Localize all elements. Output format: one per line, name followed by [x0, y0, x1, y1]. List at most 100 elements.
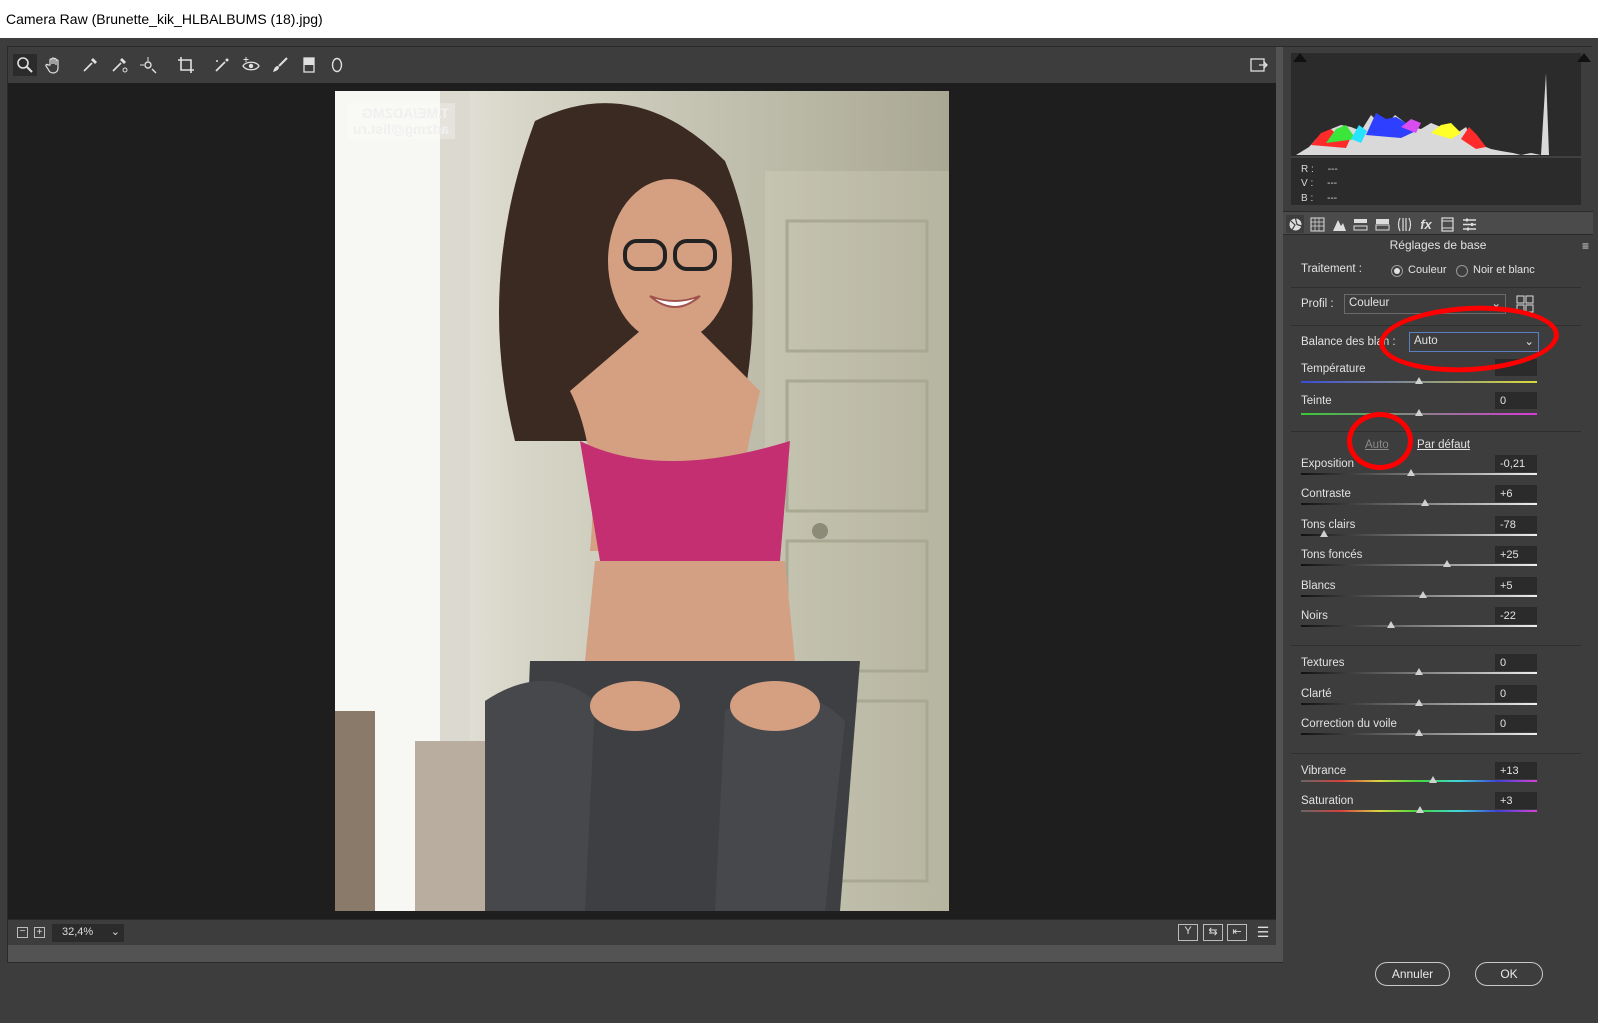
watermark-line-2: adzmg@list.ru: [352, 121, 449, 137]
preview-bottom-bar: − + 32,4% ⌄ Y ⇆ ⇤ ☰: [8, 919, 1276, 945]
copy-settings-icon[interactable]: ⇤: [1227, 924, 1247, 941]
tool-bar: [8, 47, 1276, 83]
slider-track[interactable]: [1301, 473, 1537, 475]
slider-label: Contraste: [1301, 488, 1351, 500]
toggle-fullscreen-icon[interactable]: [1247, 54, 1271, 76]
hand-tool-icon[interactable]: [42, 54, 66, 76]
slider-value[interactable]: +25: [1495, 546, 1537, 563]
temperature-thumb[interactable]: [1415, 377, 1423, 384]
zoom-tool-icon[interactable]: [13, 54, 37, 76]
histogram-b-readout: B : ---: [1301, 193, 1337, 204]
slider-thumb[interactable]: [1429, 776, 1437, 783]
radial-filter-icon[interactable]: [325, 54, 349, 76]
profile-label: Profil :: [1301, 298, 1334, 310]
calibration-tab-icon[interactable]: [1438, 215, 1456, 233]
divider: [1291, 431, 1581, 432]
treatment-color-label[interactable]: Couleur: [1408, 264, 1447, 276]
slider-thumb[interactable]: [1415, 699, 1423, 706]
slider-label: Blancs: [1301, 580, 1336, 592]
treatment-bw-label[interactable]: Noir et blanc: [1473, 264, 1535, 276]
tint-value[interactable]: 0: [1495, 392, 1537, 409]
divider: [1291, 287, 1581, 288]
graduated-filter-icon[interactable]: [297, 54, 321, 76]
zoom-level-select[interactable]: 32,4% ⌄: [52, 924, 124, 942]
zoom-level-value: 32,4%: [62, 926, 94, 938]
highlight-clipping-icon[interactable]: [1577, 53, 1591, 62]
slider-track[interactable]: [1301, 625, 1537, 627]
zoom-in-button[interactable]: +: [34, 927, 45, 938]
lens-corrections-tab-icon[interactable]: [1395, 215, 1413, 233]
before-after-view-icon[interactable]: Y: [1178, 924, 1198, 941]
slider-value[interactable]: +3: [1495, 792, 1537, 809]
red-eye-tool-icon[interactable]: [239, 54, 263, 76]
slider-value[interactable]: 0: [1495, 685, 1537, 702]
slider-value[interactable]: +6: [1495, 485, 1537, 502]
divider: [1291, 645, 1581, 646]
treatment-label: Traitement :: [1301, 263, 1362, 275]
temperature-label: Température: [1301, 363, 1366, 375]
treatment-color-radio[interactable]: [1391, 265, 1403, 277]
photo-illustration: [335, 91, 949, 911]
slider-thumb[interactable]: [1416, 806, 1424, 813]
swap-before-after-icon[interactable]: ⇆: [1203, 924, 1223, 941]
color-sampler-tool-icon[interactable]: [107, 54, 131, 76]
default-link[interactable]: Par défaut: [1417, 439, 1470, 451]
r-value: ---: [1327, 164, 1338, 175]
slider-thumb[interactable]: [1387, 621, 1395, 628]
spot-removal-tool-icon[interactable]: [210, 54, 234, 76]
slider-thumb[interactable]: [1443, 560, 1451, 567]
slider-value[interactable]: -0,21: [1495, 455, 1537, 472]
slider-thumb[interactable]: [1419, 591, 1427, 598]
slider-thumb[interactable]: [1320, 530, 1328, 537]
slider-thumb[interactable]: [1407, 469, 1415, 476]
slider-label: Noirs: [1301, 610, 1328, 622]
tint-label: Teinte: [1301, 395, 1332, 407]
slider-label: Correction du voile: [1301, 718, 1397, 730]
slider-value[interactable]: +13: [1495, 762, 1537, 779]
basic-tab-aperture-icon[interactable]: [1286, 215, 1304, 233]
section-title: Réglages de base: [1389, 238, 1487, 252]
slider-label: Exposition: [1301, 458, 1355, 470]
slider-value[interactable]: -22: [1495, 607, 1537, 624]
cancel-button[interactable]: Annuler: [1375, 962, 1450, 986]
presets-tab-icon[interactable]: [1460, 215, 1478, 233]
histogram-r-readout: R : ---: [1301, 164, 1338, 175]
window-title: Camera Raw (Brunette_kik_HLBALBUMS (18).…: [0, 0, 1598, 38]
treatment-bw-radio[interactable]: [1456, 265, 1468, 277]
chevron-down-icon: ⌄: [110, 926, 120, 938]
split-toning-tab-icon[interactable]: [1373, 215, 1391, 233]
slider-thumb[interactable]: [1415, 668, 1423, 675]
shadow-clipping-icon[interactable]: [1293, 53, 1307, 62]
slider-label: Clarté: [1301, 688, 1332, 700]
slider-value[interactable]: 0: [1495, 715, 1537, 732]
slider-track[interactable]: [1301, 503, 1537, 505]
preview-photo[interactable]: T.ME/ADZMG adzmg@list.ru: [335, 91, 949, 911]
preview-preferences-icon[interactable]: ☰: [1253, 924, 1273, 941]
ok-button[interactable]: OK: [1475, 962, 1543, 986]
tone-curve-tab-icon[interactable]: [1308, 215, 1326, 233]
adjustment-brush-icon[interactable]: [268, 54, 292, 76]
red-annotation-auto: [1347, 412, 1413, 470]
watermark-line-1: T.ME/ADZMG: [361, 105, 449, 121]
slider-value[interactable]: 0: [1495, 654, 1537, 671]
slider-label: Tons foncés: [1301, 549, 1363, 561]
tint-thumb[interactable]: [1415, 409, 1423, 416]
hsl-tab-icon[interactable]: [1351, 215, 1369, 233]
slider-value[interactable]: -78: [1495, 516, 1537, 533]
r-label: R :: [1301, 164, 1314, 175]
white-balance-tool-icon[interactable]: [78, 54, 102, 76]
slider-track[interactable]: [1301, 534, 1537, 536]
slider-label: Tons clairs: [1301, 519, 1356, 531]
slider-track[interactable]: [1301, 564, 1537, 566]
zoom-out-button[interactable]: −: [17, 927, 28, 938]
slider-value[interactable]: +5: [1495, 577, 1537, 594]
slider-thumb[interactable]: [1415, 729, 1423, 736]
effects-tab-fx-icon[interactable]: fx: [1417, 215, 1435, 233]
slider-thumb[interactable]: [1421, 499, 1429, 506]
slider-track[interactable]: [1301, 780, 1537, 782]
detail-tab-icon[interactable]: [1330, 215, 1348, 233]
g-label: V :: [1301, 178, 1314, 189]
crop-tool-icon[interactable]: [174, 54, 198, 76]
divider: [1291, 753, 1581, 754]
targeted-adjustment-tool-icon[interactable]: [136, 54, 160, 76]
